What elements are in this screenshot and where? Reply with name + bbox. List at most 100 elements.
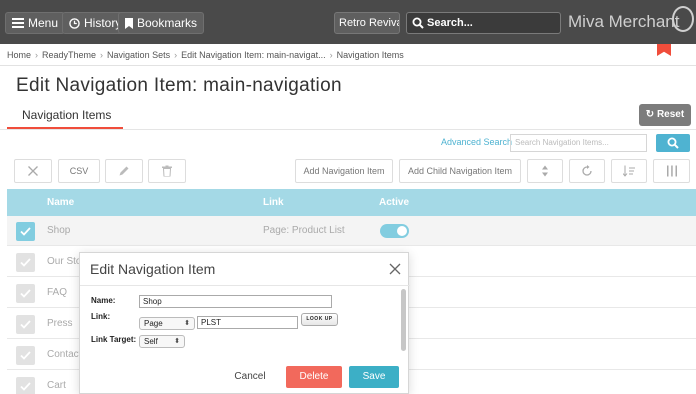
reset-label: Reset [656,109,685,120]
app-root: Menu History Bookmarks Retro Revival▾ Se… [0,0,696,394]
column-header-name[interactable]: Name [47,189,74,216]
add-child-navigation-item-label: Add Child Navigation Item [407,166,513,176]
clear-button[interactable] [14,159,52,183]
row-checkbox[interactable] [16,284,35,303]
pencil-icon [119,166,129,176]
checkmark-icon [20,289,31,298]
search-icon [667,137,679,149]
menu-label: Menu [28,16,59,30]
link-target-value: Self [144,337,158,346]
chevron-right-icon: › [329,50,333,60]
active-toggle[interactable] [380,224,409,238]
row-checkbox[interactable] [16,377,35,394]
edit-button[interactable] [105,159,143,183]
link-target-select[interactable]: Self ⬍ [139,335,185,348]
advanced-search-link[interactable]: Advanced Search [441,137,512,147]
columns-button[interactable] [653,159,690,183]
select-arrows-icon: ⬍ [184,320,190,327]
delete-button[interactable] [148,159,186,183]
trash-icon [162,165,172,177]
link-label: Link: [91,312,111,321]
breadcrumb: Home › ReadyTheme › Navigation Sets › Edit Nav… [0,44,696,66]
link-target-label: Link Target: [91,335,137,344]
checkmark-icon [20,351,31,360]
reload-button[interactable] [569,159,605,183]
top-bar: Menu History Bookmarks Retro Revival▾ Se… [0,0,696,44]
sort-button[interactable] [527,159,563,183]
close-icon [28,166,38,176]
close-icon[interactable] [387,261,403,277]
reset-button[interactable]: ↻ Reset [639,104,691,126]
cancel-button[interactable]: Cancel [222,366,278,388]
page-title: Edit Navigation Item: main-navigation [16,75,342,96]
row-name: Shop [47,225,71,236]
search-icon [412,17,424,29]
column-header-active[interactable]: Active [379,189,409,216]
row-name: Press [47,318,73,329]
dialog-scrollbar[interactable] [400,287,408,351]
global-search-placeholder: Search... [427,17,473,29]
tab-navigation-items[interactable]: Navigation Items [7,106,123,130]
dialog-divider [80,285,410,286]
dialog-title: Edit Navigation Item [90,261,216,277]
menu-button[interactable]: Menu [5,12,66,34]
store-select-value: Retro Revival [339,17,400,29]
add-navigation-item-button[interactable]: Add Navigation Item [295,159,393,183]
clock-icon [69,17,80,29]
link-value-field[interactable]: PLST [197,316,298,329]
bookmarks-button[interactable]: Bookmarks [118,12,205,34]
sort-list-button[interactable] [611,159,647,183]
save-button[interactable]: Save [349,366,399,388]
add-child-navigation-item-button[interactable]: Add Child Navigation Item [399,159,521,183]
checkmark-icon [20,382,31,391]
checkmark-icon [20,258,31,267]
checkmark-icon [20,227,31,236]
store-select[interactable]: Retro Revival▾ [334,12,400,34]
name-label: Name: [91,296,116,305]
table-row[interactable]: Shop Page: Product List [7,216,696,246]
breadcrumb-item: Navigation Items [336,50,404,60]
chevron-right-icon: › [35,50,39,60]
chevron-right-icon: › [100,50,104,60]
nav-items-search-placeholder: Search Navigation Items... [515,138,609,147]
breadcrumb-item[interactable]: Edit Navigation Item: main-navigat... [181,50,326,60]
history-label: History [84,16,122,30]
name-field[interactable]: Shop [139,295,332,308]
sort-list-icon [623,165,635,177]
look-up-button[interactable]: LOOK UP [301,313,338,326]
breadcrumb-item[interactable]: ReadyTheme [42,50,96,60]
csv-label: CSV [69,166,89,176]
dialog-delete-button[interactable]: Delete [286,366,342,388]
column-header-link[interactable]: Link [263,189,284,216]
refresh-icon [582,165,592,176]
table-header: Name Link Active [7,189,696,216]
tab-divider [0,129,696,130]
bookmarks-label: Bookmarks [137,16,198,30]
global-search-input[interactable]: Search... [406,12,561,34]
brand-logo: Miva Merchant [568,12,680,31]
csv-button[interactable]: CSV [58,159,100,183]
row-checkbox[interactable] [16,253,35,272]
row-checkbox[interactable] [16,346,35,365]
nav-items-search-input[interactable]: Search Navigation Items... [510,134,647,152]
columns-icon [666,165,677,177]
sort-arrows-icon [542,165,548,177]
row-checkbox[interactable] [16,222,35,241]
breadcrumb-item[interactable]: Navigation Sets [107,50,170,60]
nav-items-search-button[interactable] [656,134,690,152]
row-checkbox[interactable] [16,315,35,334]
link-type-value: Page [144,319,163,328]
add-navigation-item-label: Add Navigation Item [303,166,385,176]
row-name: Contact [47,349,82,360]
select-arrows-icon: ⬍ [174,338,180,345]
row-name: Our Sto [47,256,82,267]
bookmark-icon [125,17,133,29]
link-type-select[interactable]: Page ⬍ [139,317,195,330]
chevron-right-icon: › [174,50,178,60]
refresh-icon: ↻ [645,109,657,120]
row-name: FAQ [47,287,68,298]
row-name: Cart [47,380,66,391]
breadcrumb-item[interactable]: Home [7,50,31,60]
toggle-knob [397,226,407,236]
scrollbar-thumb[interactable] [401,289,406,351]
